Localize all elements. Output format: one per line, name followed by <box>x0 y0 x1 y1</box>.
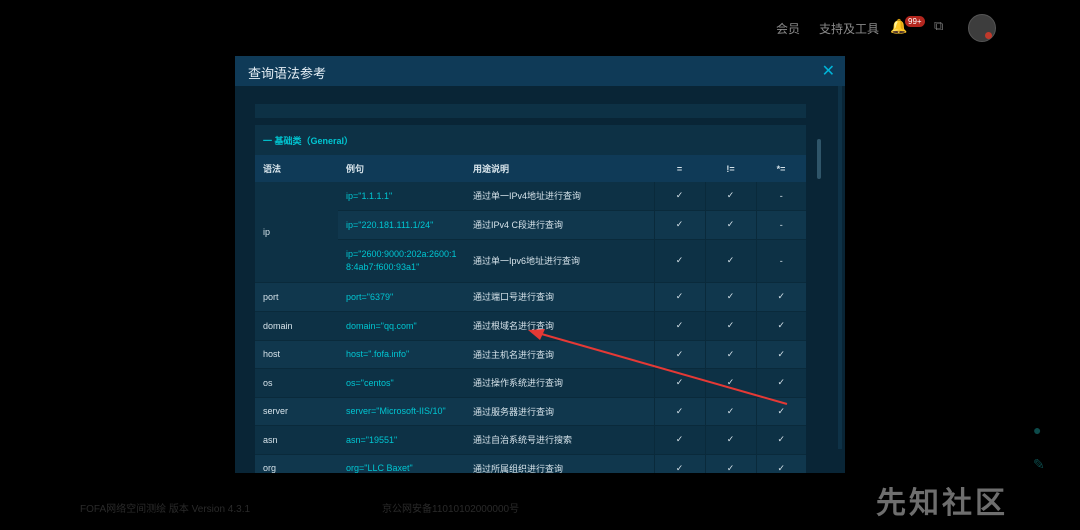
arrow-head <box>528 329 545 340</box>
annotation-arrow <box>528 329 788 405</box>
arrow-shaft <box>537 332 788 405</box>
